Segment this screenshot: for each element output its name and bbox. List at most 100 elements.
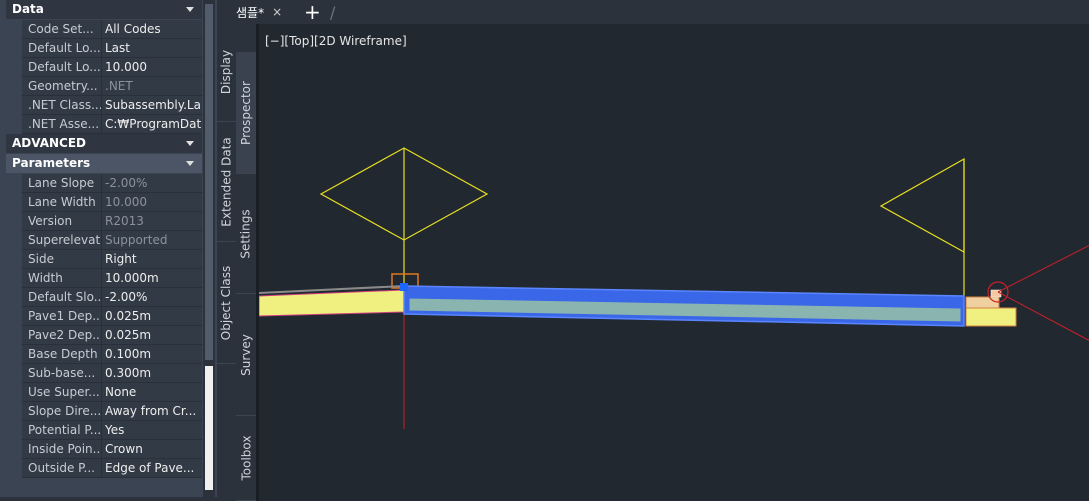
property-row[interactable]: Width 10.000m (6, 269, 202, 288)
row-gutter (6, 212, 22, 231)
section-advanced-label: ADVANCED (12, 136, 87, 150)
grip-left[interactable] (400, 283, 408, 291)
property-name: Base Depth (22, 345, 102, 364)
property-name: Pave2 Dep... (22, 326, 102, 345)
document-tab[interactable]: 샘플* × (236, 0, 290, 24)
tab-toolbox[interactable]: Toolbox (236, 416, 256, 501)
property-row[interactable]: Side Right (6, 250, 202, 269)
data-rows: Code Set... All Codes Default Lo... Last Def… (6, 20, 202, 134)
drawing-canvas[interactable] (259, 24, 1089, 501)
property-row[interactable]: Slope Dire... Away from Cr... (6, 402, 202, 421)
property-name: Default Lo... (22, 39, 102, 58)
property-row[interactable]: Inside Poin... Crown (6, 440, 202, 459)
property-row[interactable]: Geometry... .NET (6, 77, 202, 96)
section-parameters-header[interactable]: Parameters (6, 154, 202, 174)
property-row[interactable]: Pave2 Dep... 0.025m (6, 326, 202, 345)
property-row[interactable]: Pave1 Dep... 0.025m (6, 307, 202, 326)
property-value[interactable]: None (102, 383, 202, 402)
section-data-header[interactable]: Data (6, 0, 202, 20)
property-row[interactable]: Default Lo... 10.000 (6, 58, 202, 77)
row-gutter (6, 96, 22, 115)
property-row[interactable]: Lane Width 10.000 (6, 193, 202, 212)
property-value[interactable]: 0.100m (102, 345, 202, 364)
tab-settings-label: Settings (239, 208, 253, 259)
property-row[interactable]: .NET Class... Subassembly.La... (6, 96, 202, 115)
close-tab-icon[interactable]: × (272, 5, 282, 19)
row-gutter (6, 193, 22, 212)
property-name: Lane Width (22, 193, 102, 212)
row-gutter (6, 58, 22, 77)
property-value[interactable]: C:₩ProgramDat... (102, 115, 202, 134)
property-name: Inside Poin... (22, 440, 102, 459)
property-value[interactable]: Last (102, 39, 202, 58)
property-value[interactable]: All Codes (102, 20, 202, 39)
property-row[interactable]: Default Lo... Last (6, 39, 202, 58)
tab-prospector[interactable]: Prospector (236, 52, 256, 174)
palette-scrollbar-thumb[interactable] (205, 4, 213, 360)
property-value[interactable]: Edge of Pave... (102, 459, 202, 478)
property-row[interactable]: Superelevati...Supported (6, 231, 202, 250)
property-name: Width (22, 269, 102, 288)
section-data-label: Data (12, 2, 44, 16)
property-value[interactable]: 10.000m (102, 269, 202, 288)
tab-survey[interactable]: Survey (236, 294, 256, 416)
property-row[interactable]: Sub-base... 0.300m (6, 364, 202, 383)
property-value[interactable]: Crown (102, 440, 202, 459)
property-row[interactable]: Base Depth 0.100m (6, 345, 202, 364)
property-row[interactable]: Default Slo... -2.00% (6, 288, 202, 307)
property-value[interactable]: 0.025m (102, 326, 202, 345)
row-gutter (6, 326, 22, 345)
property-value[interactable]: Subassembly.La... (102, 96, 202, 115)
property-row[interactable]: Code Set... All Codes (6, 20, 202, 39)
property-row[interactable]: Version R2013 (6, 212, 202, 231)
row-gutter (6, 39, 22, 58)
tab-display[interactable]: Display (217, 22, 236, 122)
tab-display-label: Display (219, 49, 234, 94)
property-row[interactable]: .NET Asse... C:₩ProgramDat... (6, 115, 202, 134)
tab-extended-data-label: Extended Data (219, 136, 234, 227)
property-value: 10.000 (102, 193, 202, 212)
property-value[interactable]: 0.300m (102, 364, 202, 383)
property-name: .NET Asse... (22, 115, 102, 134)
row-gutter (6, 250, 22, 269)
collapse-caret-icon[interactable] (186, 161, 194, 166)
row-gutter (6, 440, 22, 459)
row-gutter (6, 345, 22, 364)
drawing-viewport[interactable]: [−][Top][2D Wireframe] (256, 24, 1089, 501)
section-advanced-header[interactable]: ADVANCED (6, 134, 202, 154)
tab-settings[interactable]: Settings (236, 174, 256, 294)
property-name: Slope Dire... (22, 402, 102, 421)
property-row[interactable]: Use Super... None (6, 383, 202, 402)
property-name: .NET Class... (22, 96, 102, 115)
property-name: Potential P... (22, 421, 102, 440)
tab-object-class[interactable]: Object Class (217, 242, 236, 364)
property-value: Supported (102, 231, 202, 250)
property-value[interactable]: Yes (102, 421, 202, 440)
row-gutter (6, 269, 22, 288)
row-gutter (6, 383, 22, 402)
property-row[interactable]: Lane Slope -2.00% (6, 174, 202, 193)
property-value[interactable]: -2.00% (102, 288, 202, 307)
property-name: Lane Slope (22, 174, 102, 193)
property-value: R2013 (102, 212, 202, 231)
property-value[interactable]: 0.025m (102, 307, 202, 326)
row-gutter (6, 231, 22, 250)
property-row[interactable]: Potential P... Yes (6, 421, 202, 440)
property-name: Sub-base... (22, 364, 102, 383)
new-tab-button[interactable]: + (304, 1, 321, 23)
properties-palette: Data Code Set... All Codes Default Lo... La… (0, 0, 217, 501)
property-value[interactable]: 10.000 (102, 58, 202, 77)
tab-extended-data[interactable]: Extended Data (217, 122, 236, 242)
collapse-caret-icon[interactable] (186, 141, 194, 146)
palette-bottom-edge (0, 497, 217, 501)
section-parameters-label: Parameters (12, 156, 91, 170)
property-value[interactable]: Right (102, 250, 202, 269)
tab-object-class-label: Object Class (219, 265, 234, 340)
tab-prospector-label: Prospector (239, 80, 253, 145)
property-row[interactable]: Outside P... Edge of Pave... (6, 459, 202, 478)
property-value[interactable]: Away from Cr... (102, 402, 202, 421)
collapse-caret-icon[interactable] (186, 7, 194, 12)
row-gutter (6, 421, 22, 440)
row-gutter (6, 77, 22, 96)
palette-scrollbar-lower[interactable] (205, 366, 213, 490)
